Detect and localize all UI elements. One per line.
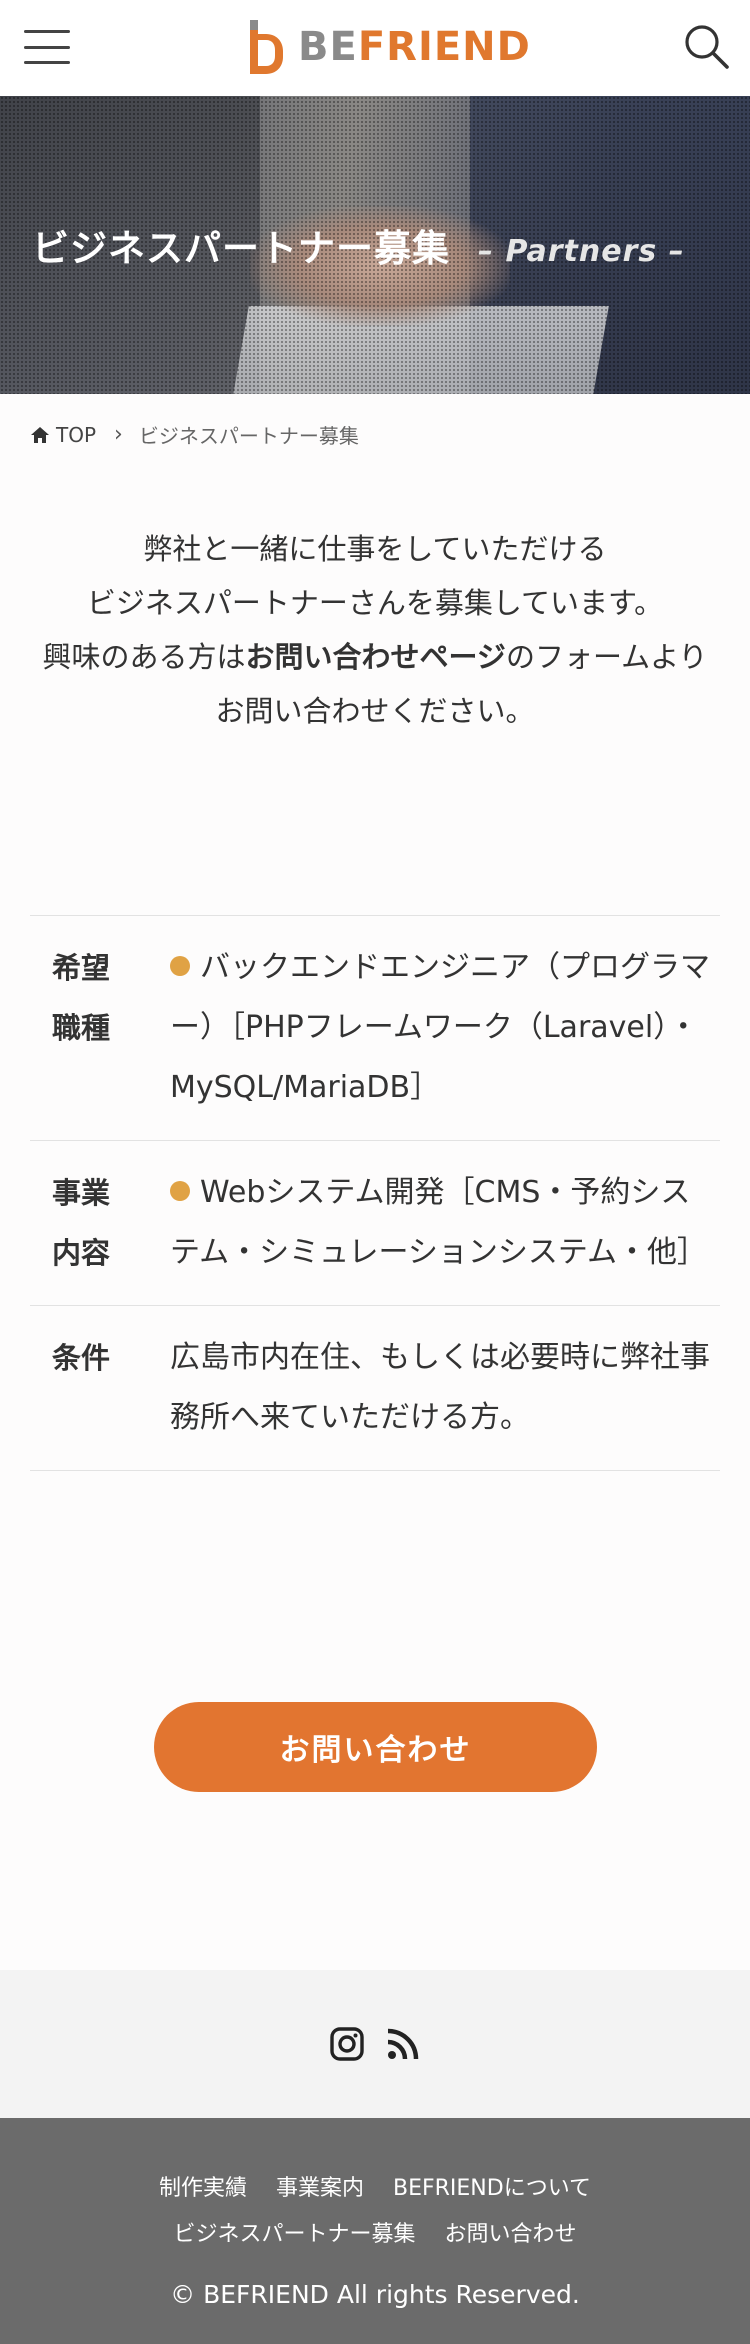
bullet-dot-icon bbox=[170, 956, 190, 976]
table-row-conditions: 条件 広島市内在住、もしくは必要時に弊社事務所へ来ていただける方。 bbox=[30, 1306, 720, 1471]
hero-banner: ビジネスパートナー募集 – Partners – bbox=[0, 96, 750, 394]
row-value: 広島市内在住、もしくは必要時に弊社事務所へ来ていただける方。 bbox=[170, 1306, 720, 1470]
site-footer: 制作実績 事業案内 BEFRIENDについて ビジネスパートナー募集 お問い合わ… bbox=[0, 2118, 750, 2344]
logo-friend: FRIEND bbox=[357, 24, 531, 70]
breadcrumb-home-link[interactable]: TOP bbox=[56, 423, 96, 447]
row-heading-line: 内容 bbox=[52, 1236, 111, 1270]
page-title: ビジネスパートナー募集 bbox=[32, 227, 450, 270]
row-heading: 事業 内容 bbox=[30, 1141, 170, 1305]
footer-link-about[interactable]: BEFRIENDについて bbox=[393, 2176, 591, 2201]
row-heading-line: 職種 bbox=[52, 1011, 111, 1045]
footer-nav-row: 制作実績 事業案内 BEFRIENDについて bbox=[0, 2166, 750, 2212]
footer-nav-row: ビジネスパートナー募集 お問い合わせ bbox=[0, 2212, 750, 2258]
rss-icon[interactable] bbox=[386, 2027, 420, 2061]
logo-be: BE bbox=[298, 24, 358, 70]
footer-link-partners[interactable]: ビジネスパートナー募集 bbox=[173, 2222, 415, 2247]
contact-button[interactable]: お問い合わせ bbox=[154, 1702, 597, 1792]
instagram-icon[interactable] bbox=[330, 2027, 364, 2061]
menu-line bbox=[24, 30, 70, 33]
row-value: バックエンドエンジニア（プログラマー）［PHPフレームワーク（Laravel）・… bbox=[170, 916, 720, 1140]
site-header: BEFRIEND bbox=[0, 0, 750, 96]
contact-page-link[interactable]: お問い合わせページ bbox=[246, 640, 506, 674]
intro-line: 弊社と一緒に仕事をしていただける bbox=[143, 532, 607, 566]
page-subtitle: – Partners – bbox=[478, 234, 685, 269]
logo-mark-icon bbox=[250, 20, 283, 74]
chevron-right-icon: › bbox=[114, 422, 123, 447]
befriend-logo[interactable]: BEFRIEND bbox=[246, 16, 531, 78]
row-heading-line: 条件 bbox=[52, 1341, 111, 1375]
menu-line bbox=[24, 45, 70, 49]
hamburger-menu-icon[interactable] bbox=[24, 30, 70, 64]
home-icon bbox=[31, 426, 49, 443]
intro-text: 弊社と一緒に仕事をしていただける ビジネスパートナーさんを募集しています。 興味… bbox=[0, 522, 750, 738]
intro-text-post: のフォームより bbox=[505, 640, 708, 674]
menu-line bbox=[24, 61, 70, 64]
intro-line: ビジネスパートナーさんを募集しています。 bbox=[86, 586, 664, 620]
search-icon[interactable] bbox=[682, 22, 730, 70]
row-heading-line: 事業 bbox=[52, 1176, 111, 1210]
intro-line: お問い合わせください。 bbox=[215, 694, 535, 728]
bullet-dot-icon bbox=[170, 1181, 190, 1201]
table-row-business: 事業 内容 Webシステム開発［CMS・予約システム・シミュレーションシステム・… bbox=[30, 1141, 720, 1306]
intro-text-pre: 興味のある方は bbox=[42, 640, 246, 674]
intro-line: 興味のある方はお問い合わせページのフォームより bbox=[0, 630, 750, 684]
hero-title-group: ビジネスパートナー募集 – Partners – bbox=[32, 218, 685, 272]
footer-nav: 制作実績 事業案内 BEFRIENDについて ビジネスパートナー募集 お問い合わ… bbox=[0, 2118, 750, 2258]
row-heading: 条件 bbox=[30, 1306, 170, 1470]
row-heading-line: 希望 bbox=[52, 951, 111, 985]
footer-link-contact[interactable]: お問い合わせ bbox=[445, 2222, 577, 2247]
requirements-table: 希望 職種 バックエンドエンジニア（プログラマー）［PHPフレームワーク（Lar… bbox=[30, 915, 720, 1471]
breadcrumb: TOP › ビジネスパートナー募集 bbox=[30, 420, 359, 449]
row-heading: 希望 職種 bbox=[30, 916, 170, 1140]
copyright: © BEFRIEND All rights Reserved. bbox=[170, 2280, 580, 2309]
row-value-text: 広島市内在住、もしくは必要時に弊社事務所へ来ていただける方。 bbox=[170, 1340, 710, 1435]
row-value-text: Webシステム開発［CMS・予約システム・シミュレーションシステム・他］ bbox=[170, 1175, 707, 1270]
row-value: Webシステム開発［CMS・予約システム・シミュレーションシステム・他］ bbox=[170, 1141, 720, 1305]
row-value-text: バックエンドエンジニア（プログラマー）［PHPフレームワーク（Laravel）・… bbox=[170, 950, 710, 1105]
logo-text: BEFRIEND bbox=[298, 24, 531, 70]
breadcrumb-current: ビジネスパートナー募集 bbox=[138, 424, 359, 448]
social-links bbox=[0, 1970, 750, 2118]
table-row-position: 希望 職種 バックエンドエンジニア（プログラマー）［PHPフレームワーク（Lar… bbox=[30, 916, 720, 1141]
footer-link-works[interactable]: 制作実績 bbox=[159, 2176, 247, 2201]
footer-link-services[interactable]: 事業案内 bbox=[276, 2176, 364, 2201]
